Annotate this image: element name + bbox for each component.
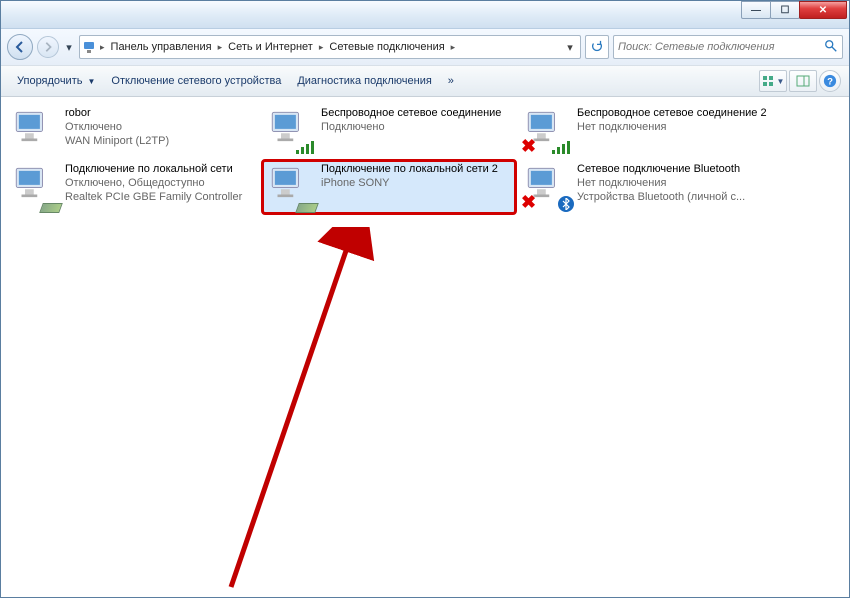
search-icon[interactable]: [824, 39, 838, 56]
chevron-right-icon: ▸: [449, 42, 458, 53]
connection-title: Подключение по локальной сети 2: [321, 163, 511, 176]
connections-list: robor Отключено WAN Miniport (L2TP) Бесп…: [1, 97, 849, 597]
connection-title: Беспроводное сетевое соединение 2: [577, 107, 767, 120]
annotation-arrow: [211, 227, 411, 597]
search-box[interactable]: [613, 35, 843, 59]
minimize-button[interactable]: —: [741, 1, 771, 19]
nic-icon: [39, 203, 63, 213]
command-bar: Упорядочить▼ Отключение сетевого устройс…: [1, 65, 849, 97]
bluetooth-icon: [557, 195, 575, 213]
search-input[interactable]: [618, 41, 824, 53]
connection-status: Нет подключения: [577, 176, 767, 190]
back-button[interactable]: [7, 34, 33, 60]
refresh-icon: [590, 40, 604, 54]
address-bar[interactable]: ▸ Панель управления ▸ Сеть и Интернет ▸ …: [79, 35, 581, 59]
connection-item[interactable]: ✖ Беспроводное сетевое соединение 2 Нет …: [517, 103, 773, 159]
connection-title: Беспроводное сетевое соединение: [321, 107, 511, 120]
toolbar-overflow[interactable]: »: [440, 71, 462, 91]
connection-status: Подключено: [321, 120, 511, 134]
connection-adapter: iPhone SONY: [321, 176, 511, 190]
diagnose-button[interactable]: Диагностика подключения: [289, 71, 439, 91]
connection-status: Нет подключения: [577, 120, 767, 134]
connection-icon: [11, 107, 59, 155]
view-options-button[interactable]: ▼: [759, 70, 787, 92]
chevron-right-icon: ▸: [216, 42, 225, 53]
preview-pane-button[interactable]: [789, 70, 817, 92]
connection-adapter: Realtek PCIe GBE Family Controller: [65, 190, 255, 204]
connection-icon: [267, 107, 315, 155]
connection-adapter: WAN Miniport (L2TP): [65, 134, 255, 148]
organize-button[interactable]: Упорядочить▼: [9, 71, 103, 91]
disconnected-x-icon: ✖: [521, 192, 536, 213]
address-dropdown[interactable]: ▾: [562, 41, 578, 54]
breadcrumb-item[interactable]: Панель управления: [107, 39, 216, 55]
connection-item-selected[interactable]: Подключение по локальной сети 2 iPhone S…: [261, 159, 517, 215]
nic-icon: [295, 203, 319, 213]
connection-item[interactable]: robor Отключено WAN Miniport (L2TP): [5, 103, 261, 159]
svg-text:?: ?: [827, 77, 833, 88]
disconnected-x-icon: ✖: [521, 136, 536, 157]
help-icon: ?: [823, 74, 837, 88]
connection-adapter: Устройства Bluetooth (личной с...: [577, 190, 767, 204]
breadcrumb-item[interactable]: Сеть и Интернет: [224, 39, 317, 55]
refresh-button[interactable]: [585, 35, 609, 59]
chevron-right-icon: ▸: [317, 42, 326, 53]
navigation-bar: ▾ ▸ Панель управления ▸ Сеть и Интернет …: [1, 29, 849, 65]
tiles-icon: [762, 75, 776, 87]
chevron-right-icon: ▸: [98, 42, 107, 53]
titlebar: — ☐ ✕: [1, 1, 849, 29]
chevron-down-icon: ▼: [87, 77, 95, 86]
connection-status: Отключено: [65, 120, 255, 134]
connection-item[interactable]: ✖ Сетевое подключение Bluetooth Нет подк…: [517, 159, 773, 215]
connection-icon: [267, 163, 315, 211]
disable-device-button[interactable]: Отключение сетевого устройства: [103, 71, 289, 91]
connection-item[interactable]: Подключение по локальной сети Отключено,…: [5, 159, 261, 215]
history-dropdown[interactable]: ▾: [63, 36, 75, 58]
connection-title: Сетевое подключение Bluetooth: [577, 163, 767, 176]
connection-icon: ✖: [523, 107, 571, 155]
connection-icon: [11, 163, 59, 211]
connection-title: robor: [65, 107, 255, 120]
connection-status: Отключено, Общедоступно: [65, 176, 255, 190]
arrow-left-icon: [13, 40, 27, 54]
maximize-button[interactable]: ☐: [770, 1, 800, 19]
breadcrumb-item[interactable]: Сетевые подключения: [325, 39, 448, 55]
arrow-right-icon: [42, 41, 54, 53]
forward-button[interactable]: [37, 36, 59, 58]
help-button[interactable]: ?: [819, 70, 841, 92]
signal-icon: [295, 139, 315, 155]
explorer-window: — ☐ ✕ ▾ ▸ Панель управления ▸ Сеть и Инт…: [0, 0, 850, 598]
network-connections-icon: [82, 39, 98, 55]
window-controls: — ☐ ✕: [742, 1, 847, 19]
panel-icon: [796, 75, 810, 87]
signal-icon: [551, 139, 571, 155]
close-button[interactable]: ✕: [799, 1, 847, 19]
connection-icon: ✖: [523, 163, 571, 211]
connection-title: Подключение по локальной сети: [65, 163, 255, 176]
connection-item[interactable]: Беспроводное сетевое соединение Подключе…: [261, 103, 517, 159]
